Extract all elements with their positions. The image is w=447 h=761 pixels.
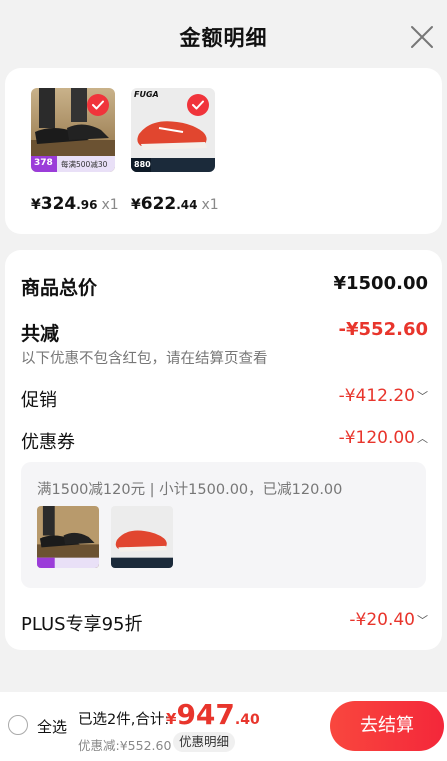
reduction-label: 共减 xyxy=(21,323,60,345)
subtotal-value: ¥1500.00 xyxy=(333,273,428,294)
total-currency: ¥ xyxy=(166,710,177,728)
promo-value[interactable]: -¥412.20 ﹀ xyxy=(339,386,428,406)
subtotal-label: 商品总价 xyxy=(21,277,98,299)
currency-symbol: ¥ xyxy=(31,197,41,213)
product-badge-price: 378 xyxy=(34,158,53,168)
close-icon[interactable] xyxy=(409,24,435,50)
select-all-label[interactable]: 全选 xyxy=(37,716,67,737)
chevron-down-icon[interactable]: ﹀ xyxy=(417,612,428,628)
coupon-product-thumb xyxy=(37,506,99,568)
product-price: ¥324.96 x1 xyxy=(31,194,119,214)
coupon-label: 优惠券 xyxy=(21,432,75,453)
promo-amount: -¥412.20 xyxy=(338,386,415,406)
price-integer: 622 xyxy=(140,194,177,214)
product-quantity: x1 xyxy=(201,197,219,213)
chevron-down-icon[interactable]: ﹀ xyxy=(417,388,428,404)
coupon-amount: -¥120.00 xyxy=(338,428,415,448)
selected-summary: 已选2件,合计: xyxy=(78,712,170,728)
page-title: 金额明细 xyxy=(179,26,268,50)
discount-detail-button[interactable]: 优惠明细 xyxy=(173,732,236,752)
plus-label: PLUS专享95折 xyxy=(21,614,143,635)
checkout-button[interactable]: 去结算 xyxy=(330,701,444,751)
product-image-black-shoe[interactable]: 378 每满500减30 xyxy=(31,88,115,172)
plus-value[interactable]: -¥20.40 ﹀ xyxy=(349,610,428,630)
currency-symbol: ¥ xyxy=(131,197,141,213)
product-price: ¥622.44 x1 xyxy=(131,194,219,214)
product-badge-text: 每满500减30 xyxy=(61,160,108,169)
header: 金额明细 xyxy=(0,0,447,72)
price-detail-card: 商品总价 ¥1500.00 共减 -¥552.60 以下优惠不包含红包，请在结算… xyxy=(5,250,442,650)
total-integer: 947 xyxy=(176,698,235,731)
reduction-value: -¥552.60 xyxy=(338,319,428,340)
promo-label: 促销 xyxy=(21,390,57,411)
price-integer: 324 xyxy=(40,194,77,214)
chevron-up-icon[interactable]: ︿ xyxy=(417,430,428,446)
reduction-note: 以下优惠不包含红包，请在结算页查看 xyxy=(21,351,268,367)
total-decimal: .40 xyxy=(234,712,260,728)
price-decimal: .96 xyxy=(76,198,98,212)
product-quantity: x1 xyxy=(101,197,119,213)
selected-check-icon[interactable] xyxy=(87,94,109,116)
brand-logo: FUGA xyxy=(134,90,159,99)
select-all-radio[interactable] xyxy=(8,715,28,735)
total-price: ¥947.40 xyxy=(166,698,260,731)
checkout-bar: 全选 已选2件,合计: ¥947.40 优惠减:¥552.60 优惠明细 去结算 xyxy=(0,692,447,761)
plus-amount: -¥20.40 xyxy=(349,610,415,630)
coupon-detail-box: 满1500减120元 | 小计1500.00，已减120.00 xyxy=(21,462,426,588)
discount-summary: 优惠减:¥552.60 xyxy=(78,738,172,753)
product-badge-price: 880 xyxy=(134,160,151,169)
coupon-description: 满1500减120元 | 小计1500.00，已减120.00 xyxy=(37,482,343,498)
coupon-value[interactable]: -¥120.00 ︿ xyxy=(339,428,428,448)
product-item[interactable]: 378 每满500减30 xyxy=(31,88,117,172)
selected-check-icon[interactable] xyxy=(187,94,209,116)
products-card: 378 每满500减30 ¥324.96 x1 FUGA 880 ¥622.44… xyxy=(5,68,442,234)
product-item[interactable]: FUGA 880 xyxy=(131,88,217,172)
price-decimal: .44 xyxy=(176,198,198,212)
coupon-product-thumb xyxy=(111,506,173,568)
product-image-red-shoe[interactable]: FUGA 880 xyxy=(131,88,215,172)
